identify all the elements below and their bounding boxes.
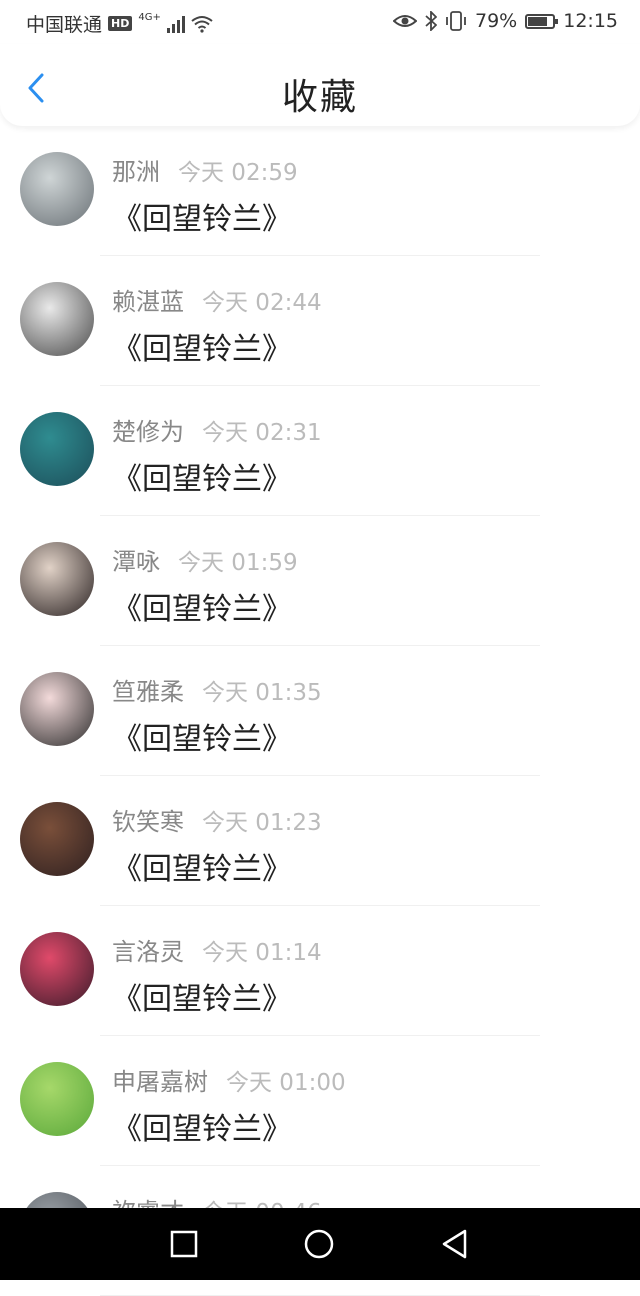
- user-name[interactable]: 笪雅柔: [112, 672, 184, 707]
- vibrate-icon: [446, 11, 466, 31]
- work-title[interactable]: 《回望铃兰》: [112, 584, 292, 628]
- user-name[interactable]: 申屠嘉树: [112, 1062, 208, 1097]
- status-bar: 中国联通 HD 4G+ 79% 12:15: [0, 0, 640, 44]
- list-item[interactable]: 钦笑寒 今天 01:23 《回望铃兰》: [0, 776, 640, 906]
- item-meta: 钦笑寒 今天 01:23: [112, 802, 322, 837]
- item-meta: 潭咏 今天 01:59: [112, 542, 298, 577]
- timestamp: 今天 01:14: [202, 940, 322, 966]
- work-title[interactable]: 《回望铃兰》: [112, 714, 292, 758]
- timestamp: 今天 02:44: [202, 290, 322, 316]
- app-header: 收藏: [0, 44, 640, 126]
- avatar[interactable]: [20, 542, 94, 616]
- item-meta: 楚修为 今天 02:31: [112, 412, 322, 447]
- list-item[interactable]: 赖湛蓝 今天 02:44 《回望铃兰》: [0, 256, 640, 386]
- user-name[interactable]: 楚修为: [112, 412, 184, 447]
- page-title: 收藏: [281, 77, 358, 118]
- list-item[interactable]: 潭咏 今天 01:59 《回望铃兰》: [0, 516, 640, 646]
- user-name[interactable]: 钦笑寒: [112, 802, 184, 837]
- list-item[interactable]: 笪雅柔 今天 01:35 《回望铃兰》: [0, 646, 640, 776]
- avatar[interactable]: [20, 282, 94, 356]
- item-meta: 言洛灵 今天 01:14: [112, 932, 322, 967]
- work-title[interactable]: 《回望铃兰》: [112, 324, 292, 368]
- work-title[interactable]: 《回望铃兰》: [112, 844, 292, 888]
- eye-icon: [393, 15, 417, 27]
- recent-apps-button[interactable]: [168, 1228, 200, 1260]
- avatar[interactable]: [20, 802, 94, 876]
- timestamp: 今天 01:35: [202, 680, 322, 706]
- work-title[interactable]: 《回望铃兰》: [112, 974, 292, 1018]
- home-button[interactable]: [303, 1228, 335, 1260]
- work-title[interactable]: 《回望铃兰》: [112, 1104, 292, 1148]
- status-left: 中国联通 HD 4G+: [26, 10, 213, 37]
- timestamp: 今天 02:59: [178, 160, 298, 186]
- item-meta: 申屠嘉树 今天 01:00: [112, 1062, 346, 1097]
- timestamp: 今天 01:00: [226, 1070, 346, 1096]
- user-name[interactable]: 潭咏: [112, 542, 160, 577]
- item-meta: 笪雅柔 今天 01:35: [112, 672, 322, 707]
- avatar[interactable]: [20, 932, 94, 1006]
- avatar[interactable]: [20, 672, 94, 746]
- battery-percent: 79%: [475, 10, 518, 32]
- network-type: 4G+: [138, 12, 161, 23]
- signal-icon: [166, 15, 185, 33]
- list-item[interactable]: 言洛灵 今天 01:14 《回望铃兰》: [0, 906, 640, 1036]
- item-meta: 赖湛蓝 今天 02:44: [112, 282, 322, 317]
- back-nav-button[interactable]: [439, 1228, 471, 1260]
- avatar[interactable]: [20, 1062, 94, 1136]
- carrier-label: 中国联通: [26, 14, 103, 36]
- favorites-list: 那洲 今天 02:59 《回望铃兰》 赖湛蓝 今天 02:44 《回望铃兰》 楚修为 今天 0…: [0, 126, 640, 1296]
- avatar[interactable]: [20, 152, 94, 226]
- avatar[interactable]: [20, 412, 94, 486]
- user-name[interactable]: 言洛灵: [112, 932, 184, 967]
- timestamp: 今天 01:23: [202, 810, 322, 836]
- clock: 12:15: [563, 10, 618, 32]
- system-nav-bar: [0, 1208, 640, 1280]
- bluetooth-icon: [425, 11, 437, 31]
- list-item[interactable]: 那洲 今天 02:59 《回望铃兰》: [0, 126, 640, 256]
- wifi-icon: [191, 15, 213, 33]
- user-name[interactable]: 那洲: [112, 152, 160, 187]
- battery-icon: [525, 13, 559, 29]
- user-name[interactable]: 赖湛蓝: [112, 282, 184, 317]
- status-right: 79% 12:15: [393, 10, 618, 32]
- work-title[interactable]: 《回望铃兰》: [112, 454, 292, 498]
- item-meta: 那洲 今天 02:59: [112, 152, 298, 187]
- list-item[interactable]: 楚修为 今天 02:31 《回望铃兰》: [0, 386, 640, 516]
- hd-badge: HD: [108, 16, 133, 31]
- list-item[interactable]: 申屠嘉树 今天 01:00 《回望铃兰》: [0, 1036, 640, 1166]
- timestamp: 今天 01:59: [178, 550, 298, 576]
- work-title[interactable]: 《回望铃兰》: [112, 194, 292, 238]
- timestamp: 今天 02:31: [202, 420, 322, 446]
